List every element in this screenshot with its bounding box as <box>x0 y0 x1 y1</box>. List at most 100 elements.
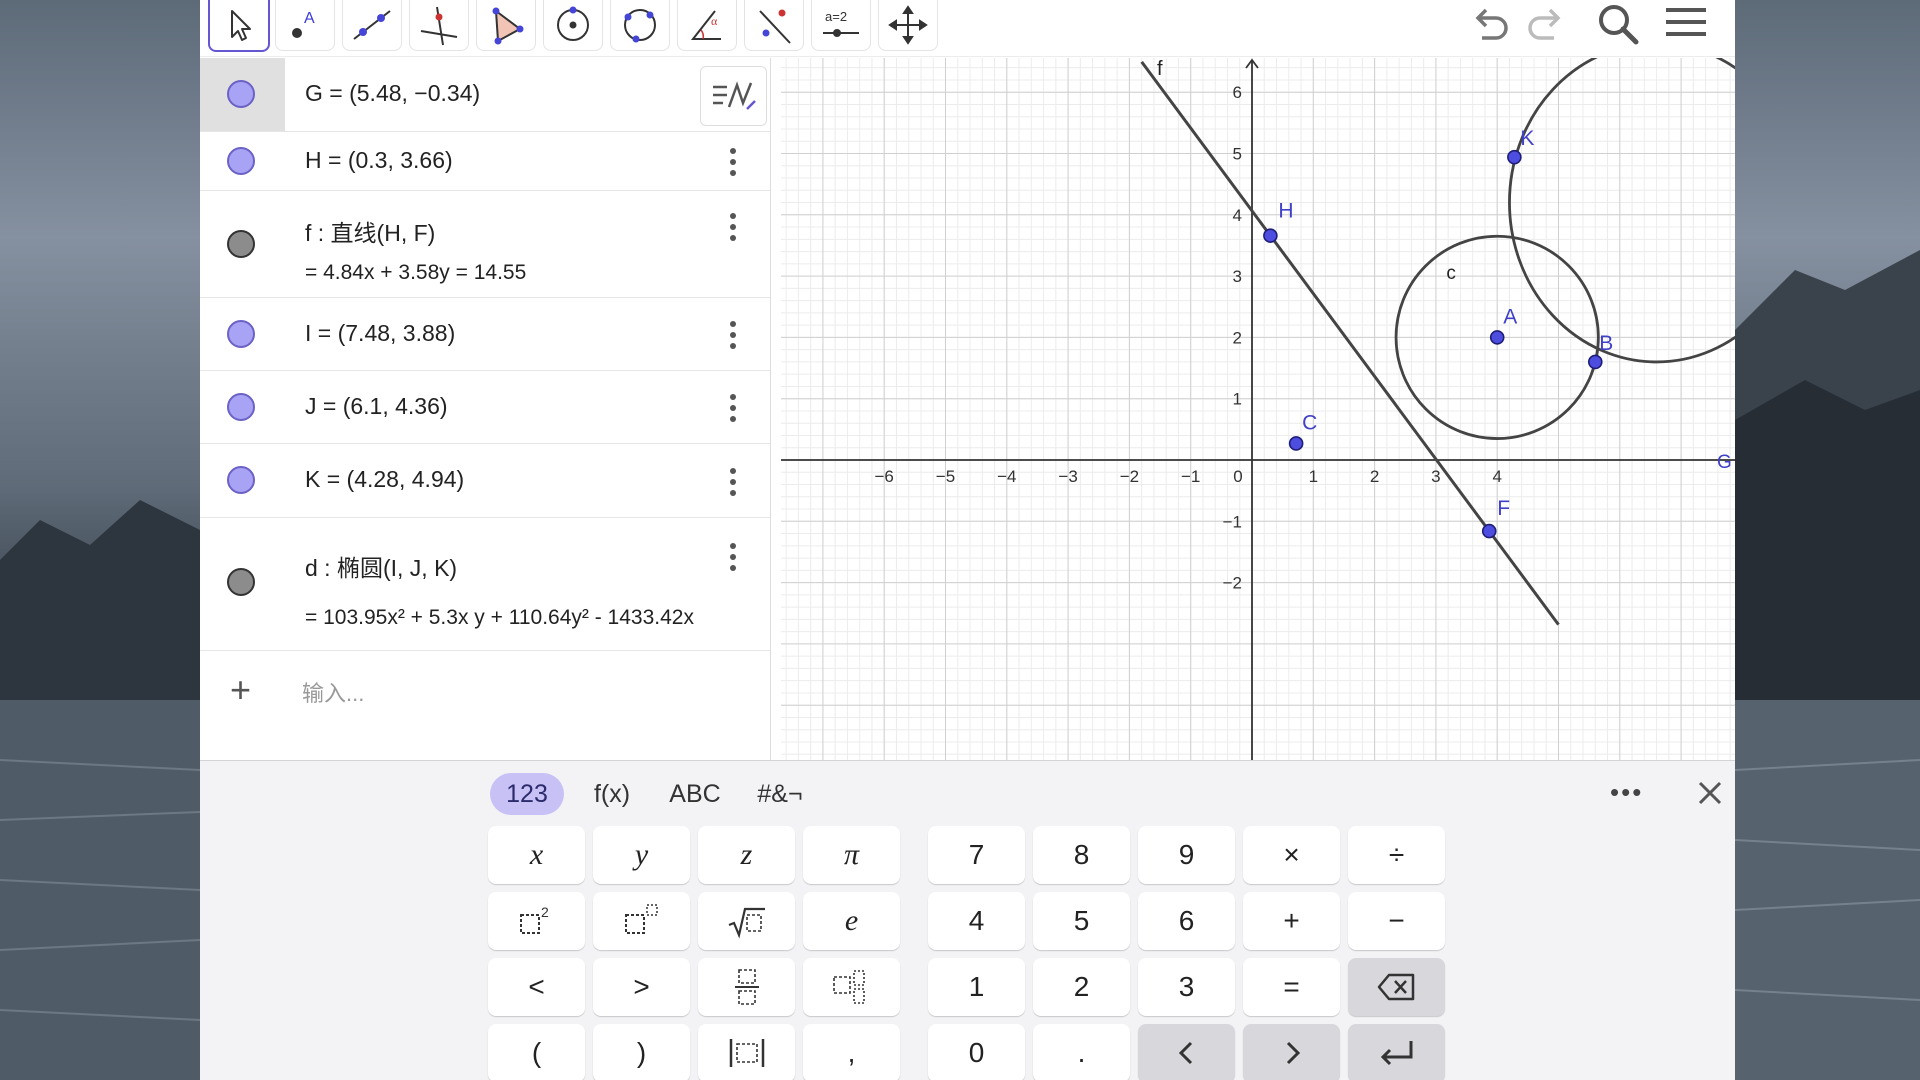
key-divide[interactable]: ÷ <box>1348 826 1445 884</box>
key-x[interactable]: x <box>488 826 585 884</box>
key-greater[interactable]: > <box>593 958 690 1016</box>
search-icon[interactable] <box>1590 0 1646 48</box>
key-less[interactable]: < <box>488 958 585 1016</box>
key-9[interactable]: 9 <box>1138 826 1235 884</box>
slider-tool-icon[interactable]: a=2 <box>811 0 871 51</box>
visibility-toggle[interactable] <box>227 393 255 421</box>
undo-icon[interactable] <box>1462 0 1518 48</box>
more-options-icon[interactable] <box>730 543 736 576</box>
algebra-expression[interactable]: I = (7.48, 3.88) <box>305 320 455 347</box>
point-tool-icon[interactable]: A <box>275 0 335 51</box>
tab-123[interactable]: 123 <box>490 773 564 815</box>
circle-center-point-tool-icon[interactable] <box>543 0 603 51</box>
key-5[interactable]: 5 <box>1033 892 1130 950</box>
key-subscript[interactable] <box>803 958 900 1016</box>
algebra-row-J[interactable]: J = (6.1, 4.36) <box>200 371 770 444</box>
line-tool-icon[interactable] <box>342 0 402 51</box>
key-abs[interactable] <box>698 1024 795 1080</box>
algebra-expression[interactable]: K = (4.28, 4.94) <box>305 466 464 493</box>
key-8[interactable]: 8 <box>1033 826 1130 884</box>
tab-symbols[interactable]: #&¬ <box>748 773 812 815</box>
algebra-row-f[interactable]: f : 直线(H, F) = 4.84x + 3.58y = 14.55 <box>200 191 770 298</box>
key-0[interactable]: 0 <box>928 1024 1025 1080</box>
tab-functions[interactable]: f(x) <box>582 773 642 815</box>
key-left-arrow[interactable] <box>1138 1024 1235 1080</box>
key-2[interactable]: 2 <box>1033 958 1130 1016</box>
move-tool-icon[interactable] <box>208 0 270 52</box>
key-pi[interactable]: π <box>803 826 900 884</box>
key-1[interactable]: 1 <box>928 958 1025 1016</box>
conic-d[interactable] <box>1508 58 1735 364</box>
point-H[interactable] <box>1263 228 1278 243</box>
visibility-toggle[interactable] <box>227 147 255 175</box>
key-backspace[interactable] <box>1348 958 1445 1016</box>
algebra-row-G[interactable]: G = (5.48, −0.34) <box>200 58 770 132</box>
visibility-toggle[interactable] <box>227 466 255 494</box>
perpendicular-line-tool-icon[interactable] <box>409 0 469 51</box>
key-close-paren[interactable]: ) <box>593 1024 690 1080</box>
key-label: ÷ <box>1388 839 1405 870</box>
visibility-toggle[interactable] <box>227 80 255 108</box>
algebra-row-H[interactable]: H = (0.3, 3.66) <box>200 132 770 191</box>
key-y[interactable]: y <box>593 826 690 884</box>
key-open-paren[interactable]: ( <box>488 1024 585 1080</box>
algebra-definition[interactable]: d : 椭圆(I, J, K) <box>305 549 457 583</box>
reflect-tool-icon[interactable] <box>744 0 804 51</box>
graphics-view[interactable]: −6 −5 −4 −3 −2 −1 0 1 2 3 4 6 5 4 3 2 1 −1 −2 f c G H F C A K B <box>781 58 1735 760</box>
algebra-input-row[interactable]: + 输入... <box>200 651 770 721</box>
algebra-style-button[interactable] <box>700 66 767 126</box>
x-tick-label: −5 <box>936 467 955 486</box>
visibility-toggle[interactable] <box>227 230 255 258</box>
more-options-icon[interactable] <box>730 468 736 501</box>
key-z[interactable]: z <box>698 826 795 884</box>
key-minus[interactable]: − <box>1348 892 1445 950</box>
more-options-icon[interactable] <box>730 148 736 181</box>
more-options-icon[interactable] <box>730 321 736 354</box>
key-multiply[interactable]: × <box>1243 826 1340 884</box>
angle-tool-icon[interactable]: α <box>677 0 737 51</box>
more-keyboard-options[interactable]: ••• <box>1610 777 1643 808</box>
tab-abc[interactable]: ABC <box>660 773 730 815</box>
key-e[interactable]: e <box>803 892 900 950</box>
point-C[interactable] <box>1288 436 1304 451</box>
key-square[interactable]: 2 <box>488 892 585 950</box>
algebra-expression[interactable]: G = (5.48, −0.34) <box>305 80 480 107</box>
key-power[interactable] <box>593 892 690 950</box>
circle-three-points-tool-icon[interactable] <box>610 0 670 51</box>
key-enter[interactable] <box>1348 1024 1445 1080</box>
more-options-icon[interactable] <box>730 394 736 427</box>
visibility-toggle[interactable] <box>227 320 255 348</box>
algebra-input[interactable]: 输入... <box>302 676 364 708</box>
key-7[interactable]: 7 <box>928 826 1025 884</box>
point-B[interactable] <box>1587 354 1603 370</box>
move-graphics-view-tool-icon[interactable] <box>878 0 938 51</box>
key-right-arrow[interactable] <box>1243 1024 1340 1080</box>
algebra-row-d[interactable]: d : 椭圆(I, J, K) = 103.95x² + 5.3x y + 11… <box>200 518 770 651</box>
key-label: x <box>529 838 544 871</box>
algebra-definition[interactable]: f : 直线(H, F) <box>305 214 435 248</box>
algebra-row-I[interactable]: I = (7.48, 3.88) <box>200 298 770 371</box>
key-4[interactable]: 4 <box>928 892 1025 950</box>
point-K[interactable] <box>1507 149 1522 165</box>
key-sqrt[interactable] <box>698 892 795 950</box>
point-A[interactable] <box>1489 330 1505 345</box>
coordinate-plane[interactable]: −6 −5 −4 −3 −2 −1 0 1 2 3 4 6 5 4 3 2 1 −1 −2 f c G H F C A K B <box>781 58 1735 760</box>
key-decimal[interactable]: . <box>1033 1024 1130 1080</box>
point-F[interactable] <box>1481 523 1497 539</box>
add-icon[interactable]: + <box>230 669 251 711</box>
key-plus[interactable]: + <box>1243 892 1340 950</box>
visibility-toggle[interactable] <box>227 568 255 596</box>
redo-icon[interactable] <box>1518 0 1574 48</box>
key-6[interactable]: 6 <box>1138 892 1235 950</box>
more-options-icon[interactable] <box>730 213 736 246</box>
key-comma[interactable]: , <box>803 1024 900 1080</box>
polygon-tool-icon[interactable] <box>476 0 536 51</box>
close-keyboard-icon[interactable] <box>1690 773 1730 813</box>
menu-icon[interactable] <box>1658 0 1714 48</box>
key-3[interactable]: 3 <box>1138 958 1235 1016</box>
key-fraction[interactable] <box>698 958 795 1016</box>
algebra-row-K[interactable]: K = (4.28, 4.94) <box>200 444 770 518</box>
algebra-expression[interactable]: J = (6.1, 4.36) <box>305 393 448 420</box>
key-equals[interactable]: = <box>1243 958 1340 1016</box>
algebra-expression[interactable]: H = (0.3, 3.66) <box>305 147 453 174</box>
